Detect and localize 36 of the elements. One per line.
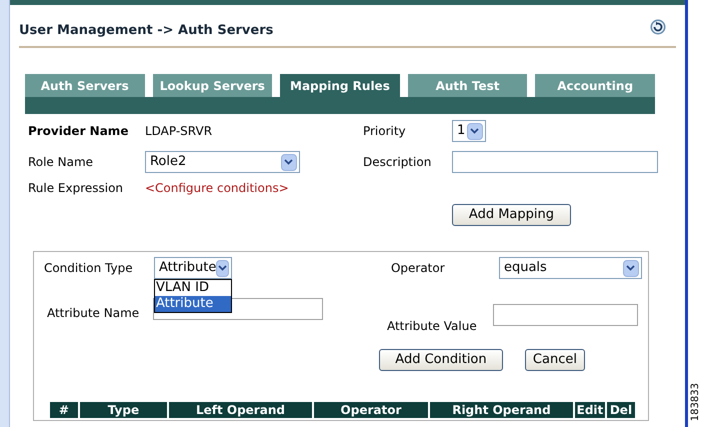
column-header: # [50, 402, 78, 418]
column-header: Right Operand [430, 402, 573, 418]
push-button[interactable]: Add Mapping [452, 204, 571, 226]
description-field[interactable] [452, 151, 658, 173]
field-label: Rule Expression [28, 180, 124, 197]
refresh-icon[interactable] [650, 19, 666, 35]
field-label: Role Name [28, 154, 94, 171]
field-label: Attribute Value [386, 318, 478, 335]
role-select[interactable]: Role2 [144, 151, 300, 173]
page-title: User Management -> Auth Servers [18, 22, 274, 40]
column-header: Operator [314, 402, 428, 418]
attribute-value-field[interactable] [492, 304, 638, 326]
dropdown-caret-icon [622, 260, 639, 276]
field-label: Operator [390, 260, 446, 277]
condition-type-select[interactable]: Attribute [154, 257, 232, 279]
push-button[interactable]: Add Condition [378, 349, 503, 371]
dropdown-caret-icon [216, 260, 229, 276]
column-header: Edit [574, 402, 605, 418]
dropdown-option[interactable]: Attribute [154, 296, 231, 312]
column-header: Left Operand [168, 402, 312, 418]
field-label: Condition Type [44, 260, 134, 277]
operator-select[interactable]: equals [498, 257, 642, 279]
tab[interactable]: Mapping Rules [280, 74, 400, 97]
field-label: Provider Name [28, 123, 130, 140]
field-label: Attribute Name [46, 305, 140, 322]
field-value: LDAP-SRVR [144, 123, 214, 140]
field-label: Priority [362, 123, 407, 140]
dropdown-caret-icon [280, 154, 297, 170]
push-button[interactable]: Cancel [524, 349, 585, 371]
configure-conditions-link[interactable]: <Configure conditions> [144, 179, 289, 197]
field-label: Description [362, 154, 432, 171]
dropdown-caret-icon [466, 122, 483, 140]
column-header: Type [80, 402, 167, 418]
column-header: Del [606, 402, 635, 418]
priority-select[interactable]: 1 [452, 120, 486, 142]
figure-number: 183833 [688, 382, 702, 421]
